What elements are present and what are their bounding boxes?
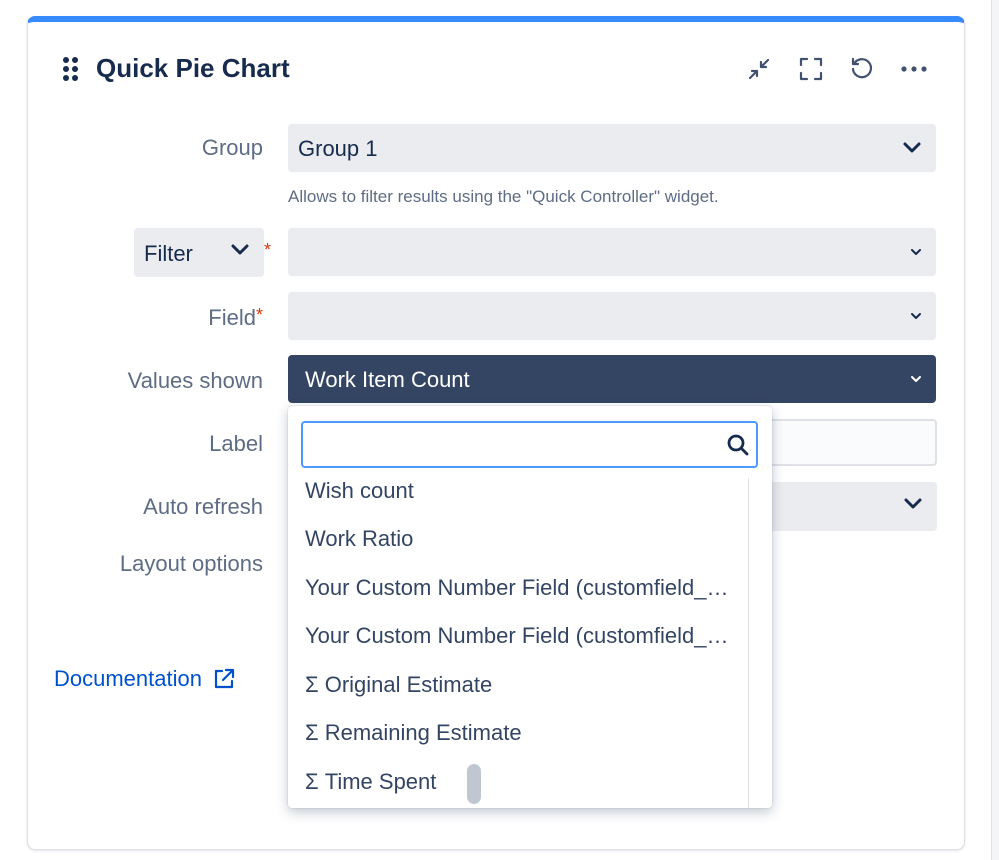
collapse-button[interactable] [742, 52, 776, 86]
label-input[interactable] [760, 419, 937, 466]
dropdown-scrollbar-track[interactable] [748, 478, 767, 808]
dropdown-option[interactable]: Σ Time Spent [305, 769, 730, 795]
widget-title: Quick Pie Chart [96, 53, 290, 83]
field-select[interactable] [288, 292, 936, 340]
field-label: Field* [43, 305, 263, 331]
more-button[interactable] [897, 52, 931, 86]
dropdown-option[interactable]: Your Custom Number Field (customfield_10… [305, 575, 730, 601]
fullscreen-button[interactable] [794, 52, 828, 86]
chevron-down-icon [903, 142, 921, 153]
external-link-icon [214, 668, 235, 689]
collapse-icon [748, 58, 770, 80]
chevron-down-icon [911, 313, 921, 319]
dropdown-option[interactable]: Σ Remaining Estimate [305, 720, 730, 746]
label-field-label: Label [209, 431, 263, 456]
auto-refresh-select[interactable] [760, 482, 937, 531]
documentation-link[interactable]: Documentation [54, 666, 236, 692]
chevron-down-icon [231, 244, 249, 255]
field-label-text: Field [208, 305, 256, 330]
dropdown-option[interactable]: Σ Original Estimate [305, 672, 730, 698]
adjacent-panel-edge [991, 0, 999, 860]
dropdown-search-input[interactable] [311, 431, 715, 459]
refresh-icon [851, 57, 873, 79]
group-label: Group [201, 135, 263, 160]
drag-handle-icon[interactable] [63, 57, 81, 83]
dropdown-option[interactable]: Work Ratio [305, 526, 730, 552]
chevron-down-icon [911, 249, 921, 255]
layout-options-label: Layout options [119, 551, 263, 576]
dropdown-scrollbar-thumb[interactable] [467, 764, 481, 804]
dropdown-option[interactable]: Your Custom Number Field (customfield_10… [305, 623, 730, 649]
field-required-mark: * [255, 305, 263, 325]
filter-type-select[interactable]: Filter [134, 228, 264, 277]
group-help-text: Allows to filter results using the "Quic… [288, 187, 719, 206]
values-shown-value: Work Item Count [305, 367, 470, 392]
values-shown-label: Values shown [127, 368, 263, 393]
filter-select[interactable] [288, 228, 936, 276]
dropdown-option[interactable]: Wish count [305, 478, 730, 504]
auto-refresh-label: Auto refresh [143, 494, 263, 519]
fullscreen-icon [799, 57, 823, 81]
search-icon [727, 434, 749, 456]
chevron-down-icon [904, 498, 922, 509]
values-shown-select[interactable]: Work Item Count [288, 355, 936, 403]
refresh-button[interactable] [845, 52, 879, 86]
filter-type-value: Filter [144, 241, 193, 266]
values-shown-dropdown: Wish count Work Ratio Your Custom Number… [288, 406, 772, 808]
dropdown-search-field[interactable] [301, 421, 758, 468]
chevron-down-icon [911, 376, 921, 382]
more-icon [901, 66, 927, 72]
filter-required-mark: * [264, 240, 272, 260]
group-select[interactable]: Group 1 [288, 124, 936, 172]
dropdown-option-list: Wish count Work Ratio Your Custom Number… [288, 478, 748, 808]
group-select-value: Group 1 [298, 136, 378, 161]
documentation-link-label: Documentation [54, 666, 202, 691]
